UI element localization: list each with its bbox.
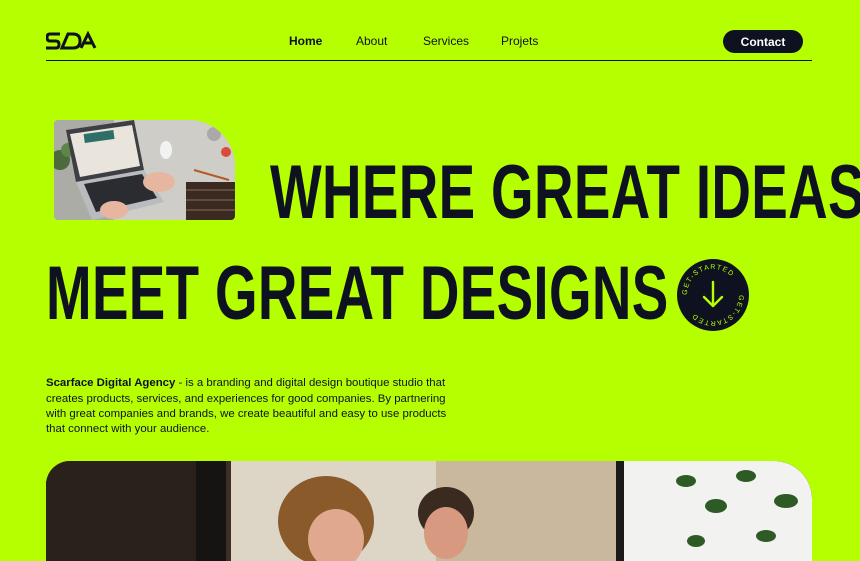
get-started-badge[interactable]: GET-STARTED GET-STARTED xyxy=(676,258,750,332)
nav-about-link[interactable]: About xyxy=(356,34,387,48)
top-navigation: Home About Services Projets Contact xyxy=(45,0,812,61)
nav-services-link[interactable]: Services xyxy=(423,34,469,48)
hero-headline-line2: MEET GREAT DESIGNS xyxy=(46,251,669,336)
agency-name: Scarface Digital Agency xyxy=(46,377,176,390)
hero-description: Scarface Digital Agency - is a branding … xyxy=(46,376,466,437)
team-office-image xyxy=(46,461,812,561)
office-photo-illustration xyxy=(46,461,812,561)
get-started-circle-icon: GET-STARTED GET-STARTED xyxy=(677,259,749,331)
nav-home-link[interactable]: Home xyxy=(289,34,322,48)
contact-button[interactable]: Contact xyxy=(723,30,803,53)
laptop-desk-illustration xyxy=(54,120,235,220)
hero-laptop-image xyxy=(54,120,235,220)
hero-headline-line1: WHERE GREAT IDEAS xyxy=(270,150,860,235)
nav-projets-link[interactable]: Projets xyxy=(501,34,538,48)
site-logo[interactable] xyxy=(45,30,98,58)
sda-logo-icon xyxy=(45,30,97,50)
